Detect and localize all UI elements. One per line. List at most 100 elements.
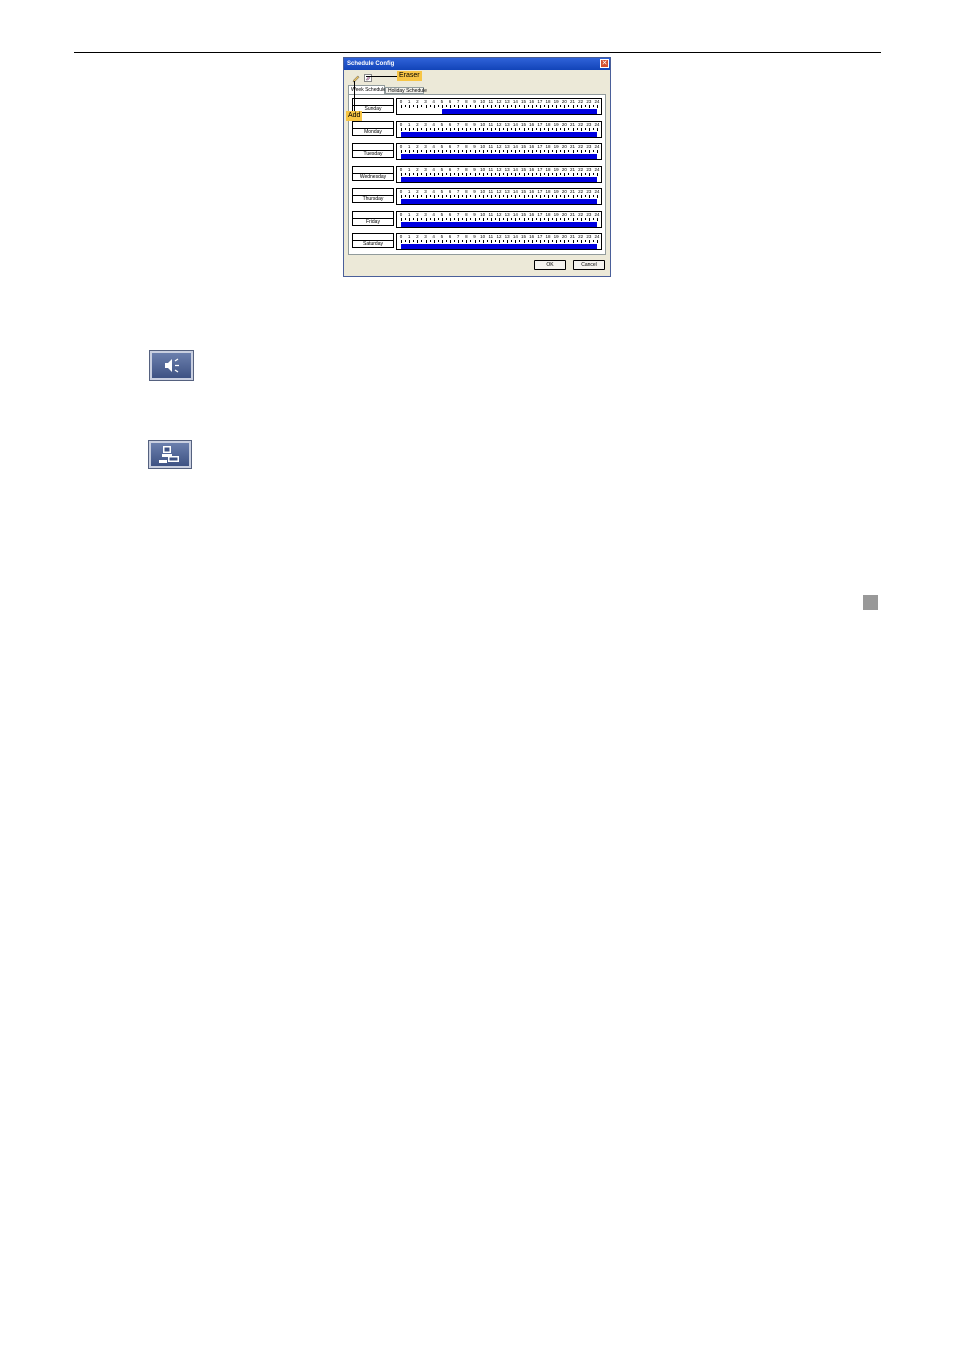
hour-tick-label: 21: [569, 99, 576, 104]
ruler-tick: [523, 195, 525, 198]
ruler-tick: [527, 105, 529, 107]
ruler-tick: [588, 240, 590, 243]
hour-tick-label: 23: [586, 166, 592, 172]
ok-button[interactable]: OK: [534, 260, 566, 270]
hour-tick-label: 22: [578, 189, 584, 194]
hour-tick-label: 7: [456, 121, 460, 127]
ruler-tick: [588, 105, 590, 108]
ruler-tick: [437, 240, 439, 242]
schedule-bar[interactable]: [401, 244, 597, 249]
hour-ruler[interactable]: 0 1 2 3 4 5 6 7 8 9 10 11 12 13 14 15 16 17 18 19 20 21 22 23 24: [396, 188, 602, 205]
schedule-bar[interactable]: [401, 154, 597, 159]
hour-tick-label: 3: [424, 121, 427, 127]
hour-ruler[interactable]: 0 1 2 3 4 5 6 7 8 9 10 11 12 13 14 15 16 17 18 19 20 21 22 23 24: [396, 98, 602, 115]
hour-tick-label: 12: [496, 144, 502, 149]
ruler-tick: [445, 240, 447, 242]
ruler-tick: [519, 127, 521, 130]
schedule-bar[interactable]: [401, 176, 597, 182]
hour-ruler[interactable]: 0 1 2 3 4 5 6 7 8 9 10 11 12 13 14 15 16 17 18 19 20 21 22 23 24: [396, 233, 602, 250]
ruler-tick: [462, 150, 464, 152]
hour-tick-label: 0: [399, 144, 403, 149]
tab-holiday-schedule[interactable]: Holiday Schedule: [385, 87, 427, 94]
hour-tick-label: 7: [456, 144, 460, 149]
network-icon[interactable]: [149, 441, 191, 468]
ruler-tick: [539, 195, 541, 198]
ruler-tick: [458, 127, 460, 131]
ruler-tick: [490, 195, 492, 198]
ruler-tick: [552, 105, 554, 107]
title-bar[interactable]: Schedule Config ✕: [344, 58, 610, 70]
ruler-tick: [543, 105, 545, 107]
schedule-bar[interactable]: [401, 221, 597, 227]
ruler-tick: [486, 217, 488, 220]
ruler-tick: [454, 195, 456, 197]
hour-tick-label: 3: [424, 211, 427, 217]
ruler-tick: [413, 172, 415, 175]
hour-tick-label: 9: [473, 189, 476, 194]
hour-ruler[interactable]: 0 1 2 3 4 5 6 7 8 9 10 11 12 13 14 15 16 17 18 19 20 21 22 23 24: [396, 120, 602, 138]
ruler-tick: [543, 195, 545, 197]
ruler-tick: [572, 172, 574, 176]
cancel-button[interactable]: Cancel: [573, 260, 605, 270]
ruler-tick: [527, 195, 529, 197]
schedule-bar[interactable]: [441, 109, 597, 114]
ruler-tick: [576, 172, 578, 175]
hour-ruler[interactable]: 0 1 2 3 4 5 6 7 8 9 10 11 12 13 14 15 16 17 18 19 20 21 22 23 24: [396, 165, 602, 183]
hour-tick-label: 9: [473, 121, 476, 127]
ruler-tick: [433, 150, 435, 153]
ruler-tick: [580, 172, 582, 176]
ruler-tick: [535, 217, 537, 220]
ruler-tick: [515, 127, 517, 131]
ruler-tick: [405, 195, 407, 197]
ruler-tick: [548, 195, 549, 198]
ruler-tick: [539, 127, 541, 131]
ruler-tick: [470, 172, 472, 175]
speaker-icon[interactable]: [150, 351, 193, 380]
hour-ruler[interactable]: 0 1 2 3 4 5 6 7 8 9 10 11 12 13 14 15 16 17 18 19 20 21 22 23 24: [396, 143, 602, 160]
ruler-tick: [511, 240, 513, 242]
ruler-tick: [437, 195, 439, 197]
ruler-tick: [556, 195, 558, 198]
ruler-tick: [458, 240, 460, 243]
hour-tick-label: 2: [416, 189, 419, 194]
ruler-tick: [417, 105, 419, 108]
ruler-tick: [499, 240, 500, 243]
ruler-tick: [576, 127, 578, 130]
hour-tick-label: 1: [407, 99, 411, 104]
ruler-tick: [445, 150, 447, 152]
ruler-tick: [401, 240, 402, 243]
hour-tick-label: 8: [465, 189, 468, 194]
ruler-tick: [515, 240, 517, 243]
ruler-tick: [556, 217, 558, 221]
schedule-bar[interactable]: [401, 131, 597, 137]
ruler-tick: [445, 172, 447, 175]
hour-tick-label: 19: [553, 121, 559, 127]
hour-tick-label: 4: [432, 166, 435, 172]
ruler-tick: [486, 195, 488, 197]
ruler-tick: [531, 195, 533, 198]
ruler-tick: [597, 240, 598, 243]
ruler-tick: [409, 195, 411, 198]
ruler-tick: [527, 172, 529, 175]
close-button[interactable]: ✕: [600, 59, 609, 68]
ruler-tick: [503, 127, 505, 130]
ruler-tick: [429, 105, 431, 107]
ruler-tick: [584, 240, 586, 242]
hour-tick-label: 2: [416, 144, 419, 149]
ruler-tick: [450, 105, 451, 108]
ruler-tick: [556, 172, 558, 176]
ruler-tick: [592, 127, 594, 130]
hour-ruler[interactable]: 0 1 2 3 4 5 6 7 8 9 10 11 12 13 14 15 16 17 18 19 20 21 22 23 24: [396, 210, 602, 228]
hour-tick-label: 2: [416, 121, 419, 127]
ruler-tick: [470, 195, 472, 197]
hour-tick-label: 21: [569, 121, 576, 127]
ruler-tick: [539, 172, 541, 176]
ruler-tick: [458, 195, 460, 198]
ruler-tick: [482, 105, 484, 108]
ruler-tick: [494, 105, 496, 107]
day-label: Thursday: [352, 195, 394, 203]
ruler-tick: [588, 195, 590, 198]
schedule-bar[interactable]: [401, 199, 597, 204]
ruler-tick: [494, 240, 496, 242]
ruler-tick: [523, 150, 525, 153]
